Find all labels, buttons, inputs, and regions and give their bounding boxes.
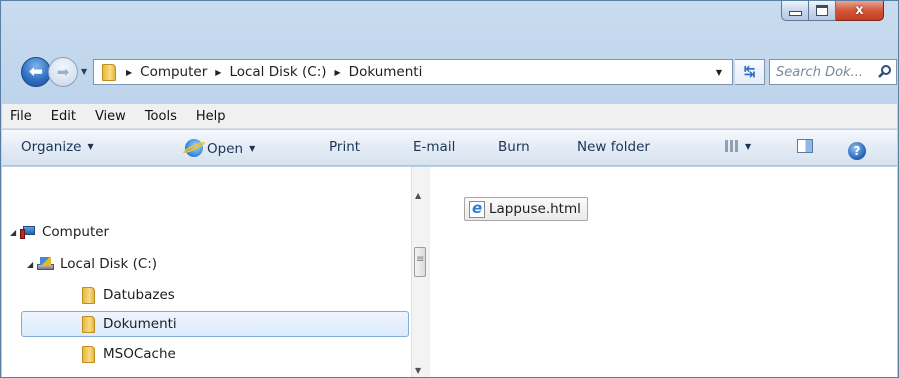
breadcrumb-chevron-icon[interactable]: ▶ [122, 68, 136, 77]
caption-buttons: x [781, 1, 884, 21]
folder-icon [82, 315, 95, 333]
selected-row-highlight [21, 311, 409, 337]
search-icon[interactable] [878, 64, 892, 78]
folder-icon [102, 63, 116, 81]
tree-label: Dokumenti [103, 316, 177, 332]
folder-icon [82, 286, 95, 304]
file-item-lappuse[interactable]: Lappuse.html [464, 197, 588, 221]
views-icon [725, 140, 739, 152]
menu-bar: File Edit View Tools Help [2, 104, 897, 129]
navigation-pane: ◢ Computer ◢ Local Disk (C:) Datubazes D… [2, 167, 410, 377]
menu-help[interactable]: Help [196, 109, 226, 124]
preview-pane-icon [797, 139, 813, 153]
dropdown-arrow-icon: ▼ [87, 142, 94, 151]
breadcrumb-dokumenti[interactable]: Dokumenti [345, 60, 427, 84]
preview-pane-button[interactable] [797, 139, 813, 155]
address-dropdown-icon[interactable]: ▼ [716, 68, 722, 77]
menu-file[interactable]: File [10, 109, 32, 124]
burn-button[interactable]: Burn [498, 139, 530, 155]
dropdown-arrow-icon: ▼ [249, 144, 256, 153]
search-input[interactable]: Search Dok... [769, 59, 897, 85]
scroll-down-arrow-icon[interactable]: ▼ [415, 366, 421, 375]
new-folder-button[interactable]: New folder [577, 139, 650, 155]
close-icon: x [855, 3, 864, 18]
minimize-button[interactable] [781, 1, 809, 21]
navigation-bar: ⬅ ➡ ▼ ▶ Computer ▶ Local Disk (C:) ▶ Dok… [21, 57, 897, 88]
command-bar: Organize ▼ Open ▼ Print E-mail Burn New fo… [2, 130, 897, 166]
tree-item-datubazes[interactable]: Datubazes [82, 284, 175, 306]
maximize-button[interactable] [809, 1, 836, 21]
file-name: Lappuse.html [489, 201, 581, 217]
breadcrumb-chevron-icon[interactable]: ▶ [331, 68, 345, 77]
scroll-thumb[interactable] [414, 247, 426, 277]
organize-button[interactable]: Organize ▼ [21, 139, 94, 155]
breadcrumb-chevron-icon[interactable]: ▶ [211, 68, 225, 77]
print-button[interactable]: Print [329, 139, 360, 155]
folder-icon [82, 345, 95, 363]
maximize-icon [816, 5, 828, 16]
tree-label: Computer [42, 224, 110, 240]
tree-label: Local Disk (C:) [60, 256, 158, 272]
refresh-icon: ↹ [743, 64, 756, 80]
tree-item-msocache[interactable]: MSOCache [82, 343, 176, 365]
open-button[interactable]: Open ▼ [185, 139, 255, 157]
explorer-window: x ⬅ ➡ ▼ ▶ Computer ▶ Local Disk (C:) ▶ D… [0, 0, 899, 378]
tree-item-local-disk[interactable]: ◢ Local Disk (C:) [27, 253, 157, 275]
search-placeholder: Search Dok... [776, 64, 863, 80]
internet-explorer-icon [185, 139, 203, 157]
tree-item-computer[interactable]: ◢ Computer [10, 221, 109, 243]
pane-splitter[interactable] [428, 167, 430, 377]
computer-icon [20, 225, 36, 239]
menu-edit[interactable]: Edit [51, 109, 76, 124]
close-button[interactable]: x [836, 1, 884, 21]
open-label: Open [207, 141, 244, 157]
expand-arrow-icon[interactable]: ◢ [27, 260, 37, 269]
menu-view[interactable]: View [95, 109, 126, 124]
address-bar[interactable]: ▶ Computer ▶ Local Disk (C:) ▶ Dokumenti… [93, 59, 733, 85]
back-button[interactable]: ⬅ [21, 57, 51, 87]
forward-arrow-icon: ➡ [56, 63, 70, 81]
organize-label: Organize [21, 139, 82, 155]
email-button[interactable]: E-mail [413, 139, 455, 155]
tree-label: Datubazes [103, 287, 175, 303]
tree-label: MSOCache [103, 346, 176, 362]
back-arrow-icon: ⬅ [28, 62, 44, 82]
tree-item-dokumenti[interactable]: Dokumenti [82, 313, 177, 335]
minimize-icon [788, 11, 802, 16]
forward-button[interactable]: ➡ [48, 57, 78, 87]
dropdown-arrow-icon: ▼ [745, 142, 752, 151]
menu-tools[interactable]: Tools [145, 109, 177, 124]
local-disk-icon [37, 257, 54, 271]
breadcrumb-computer[interactable]: Computer [136, 60, 211, 84]
scroll-up-arrow-icon[interactable]: ▲ [415, 191, 421, 200]
ie-html-icon [469, 199, 485, 218]
refresh-button[interactable]: ↹ [735, 59, 765, 85]
help-button[interactable]: ? [848, 139, 866, 160]
help-icon: ? [848, 142, 866, 160]
navigation-scrollbar[interactable]: ▲ ▼ [411, 167, 428, 377]
change-view-button[interactable]: ▼ [725, 139, 751, 155]
breadcrumb-local-disk[interactable]: Local Disk (C:) [225, 60, 330, 84]
expand-arrow-icon[interactable]: ◢ [10, 228, 20, 237]
recent-pages-dropdown[interactable]: ▼ [81, 67, 87, 76]
content-area: ◢ Computer ◢ Local Disk (C:) Datubazes D… [2, 167, 897, 377]
